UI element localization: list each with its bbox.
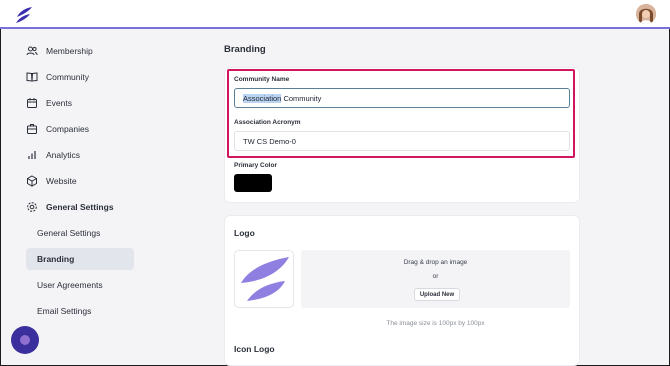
sidebar-subitem-user-agreements[interactable]: User Agreements (26, 274, 134, 296)
sidebar-subitem-email-settings[interactable]: Email Settings (26, 300, 134, 322)
sidebar-item-label: General Settings (46, 202, 114, 212)
sidebar-subitem-label: General Settings (37, 228, 101, 238)
logo-preview (234, 250, 294, 308)
calendar-icon (26, 97, 38, 109)
sidebar-item-events[interactable]: Events (26, 93, 72, 113)
user-avatar[interactable] (636, 4, 656, 24)
sidebar-item-community[interactable]: Community (26, 67, 89, 87)
top-bar (0, 0, 670, 29)
sidebar-item-label: Website (46, 176, 77, 186)
sidebar-subitem-branding[interactable]: Branding (26, 248, 134, 270)
community-name-input[interactable]: Association Community (234, 88, 570, 108)
sidebar-subitem-general-settings[interactable]: General Settings (26, 222, 134, 244)
primary-color-label: Primary Color (234, 162, 277, 169)
icon-logo-title: Icon Logo (234, 344, 275, 354)
acronym-value: TW CS Demo-0 (243, 136, 296, 146)
sidebar-subitem-label: User Agreements (37, 280, 103, 290)
cube-icon (26, 175, 38, 187)
community-name-label: Community Name (234, 76, 290, 83)
bar-chart-icon (26, 149, 38, 161)
logo-size-hint: The image size is 100px by 100px (386, 320, 485, 327)
chat-bubble-icon (20, 335, 30, 345)
upload-new-button[interactable]: Upload New (414, 288, 460, 301)
dropzone-or-text: or (432, 273, 439, 280)
sidebar-item-label: Membership (46, 46, 93, 56)
acronym-input[interactable]: TW CS Demo-0 (234, 131, 570, 151)
gear-icon (26, 201, 38, 213)
page-title: Branding (224, 44, 266, 55)
dropzone-text: Drag & drop an image (403, 259, 468, 266)
acronym-label: Association Acronym (234, 119, 301, 126)
sidebar-item-analytics[interactable]: Analytics (26, 145, 80, 165)
building-icon (26, 123, 38, 135)
community-name-selected-text: Association (243, 93, 282, 103)
sidebar-subitem-label: Email Settings (37, 306, 92, 316)
people-icon (26, 45, 38, 57)
help-chat-button[interactable] (11, 326, 39, 354)
book-icon (26, 71, 38, 83)
sidebar-item-label: Events (46, 98, 72, 108)
community-name-text: Community (281, 93, 322, 103)
leaf-logo-icon (241, 257, 289, 301)
sidebar-item-label: Companies (46, 124, 89, 134)
logo-dropzone[interactable]: Drag & drop an image or Upload New (301, 250, 570, 308)
leaf-logo-icon[interactable] (14, 5, 34, 25)
sidebar-item-website[interactable]: Website (26, 171, 77, 191)
sidebar-item-general-settings[interactable]: General Settings (26, 197, 114, 217)
sidebar-item-companies[interactable]: Companies (26, 119, 89, 139)
sidebar-item-label: Analytics (46, 150, 81, 160)
primary-color-swatch[interactable] (234, 174, 272, 192)
sidebar-item-membership[interactable]: Membership (26, 41, 93, 61)
sidebar-subitem-label: Branding (37, 254, 75, 264)
logo-card-title: Logo (234, 228, 255, 238)
sidebar-item-label: Community (46, 72, 89, 82)
